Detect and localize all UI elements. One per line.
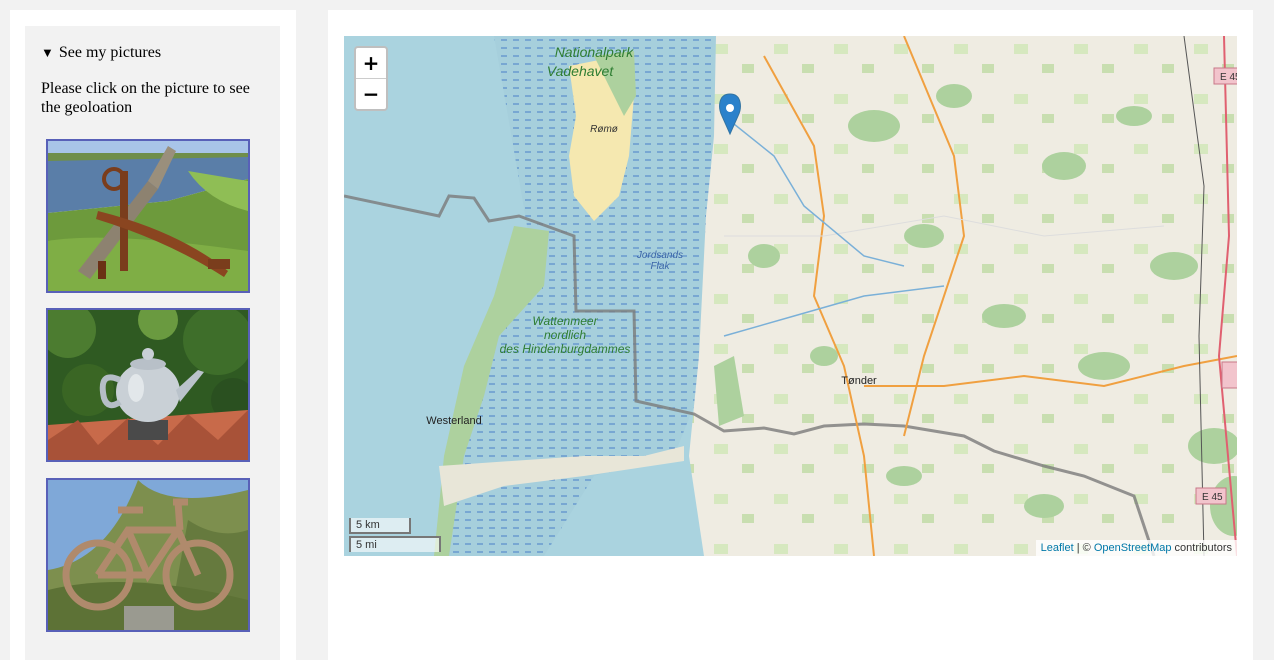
label-wattenmeer: Wattenmeer [532, 314, 598, 328]
zoom-control: + − [354, 46, 388, 111]
scale-mi: 5 mi [349, 536, 441, 552]
scale-km: 5 km [349, 518, 411, 534]
instruction-text: Please click on the picture to see the g… [41, 80, 250, 116]
zoom-in-button[interactable]: + [356, 48, 386, 79]
map-attribution: Leaflet | © OpenStreetMap contributors [1035, 540, 1237, 556]
label-vadehavet: Vadehavet [547, 63, 615, 79]
picture-bicycle-sign[interactable] [46, 478, 250, 632]
picture-teapot[interactable] [46, 308, 250, 462]
zoom-out-button[interactable]: − [356, 79, 386, 109]
road-shield-e45-top: E 45 [1220, 72, 1237, 83]
attribution-suffix: contributors [1171, 542, 1232, 554]
bicycle-sign-photo [48, 480, 248, 630]
teapot-photo [48, 310, 248, 460]
label-flak: Flak [651, 261, 671, 272]
label-romo: Rømø [590, 124, 618, 135]
label-hindenburgdammes: des Hindenburgdammes [500, 342, 631, 356]
label-westerland: Westerland [426, 415, 481, 427]
see-pictures-toggle[interactable]: ▼ See my pictures [41, 44, 161, 62]
label-nationalpark: Nationalpark [555, 44, 635, 60]
map-column: Nationalpark Vadehavet Rømø Jordsands Fl… [328, 10, 1253, 660]
sidebar-column: ▼ See my pictures Please click on the pic… [10, 10, 296, 660]
label-nordlich: nordlich [544, 328, 586, 342]
label-jordsands: Jordsands [636, 250, 683, 261]
road-shield-e45-bottom: E 45 [1202, 492, 1223, 503]
leaflet-link[interactable]: Leaflet [1041, 542, 1074, 554]
summary-label: See my pictures [58, 44, 162, 61]
openstreetmap-link[interactable]: OpenStreetMap [1094, 542, 1172, 554]
picture-anchor[interactable] [46, 139, 250, 293]
label-tonder: Tønder [841, 375, 877, 387]
anchor-photo [48, 141, 248, 291]
pictures-panel: ▼ See my pictures Please click on the pic… [25, 26, 280, 660]
disclosure-triangle-icon: ▼ [41, 45, 54, 60]
map-tiles: Nationalpark Vadehavet Rømø Jordsands Fl… [344, 36, 1237, 556]
attribution-separator: | © [1073, 542, 1094, 554]
map-view[interactable]: Nationalpark Vadehavet Rømø Jordsands Fl… [344, 36, 1237, 556]
